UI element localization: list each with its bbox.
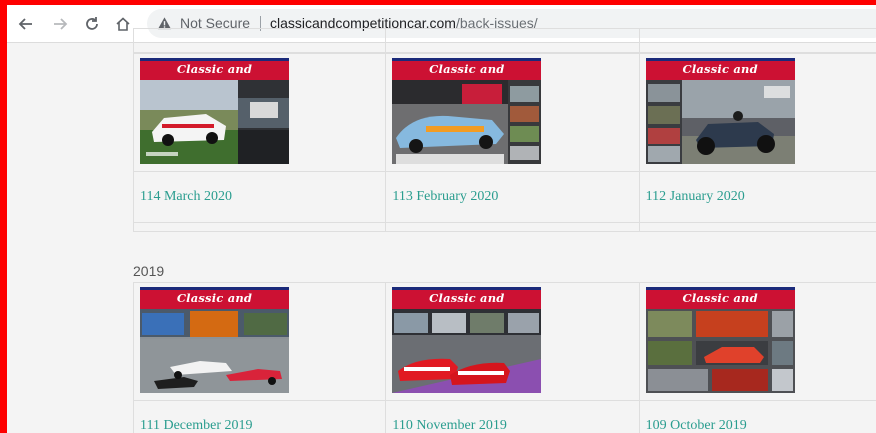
cover-masthead: Classic and Competition Car — [140, 58, 289, 98]
issue-card: Classic and Competition Car — [386, 283, 640, 433]
issues-grid-2020: Classic and Competition Car — [133, 53, 876, 232]
grid-cell — [386, 29, 640, 53]
issues-grid-2019: Classic and Competition Car — [133, 282, 876, 433]
forward-arrow-icon[interactable] — [49, 13, 71, 35]
browser-window: Not Secure classicandcompetitioncar.com/… — [7, 5, 876, 433]
cover-strip — [392, 58, 542, 61]
reload-icon[interactable] — [81, 13, 103, 35]
grid-cell — [133, 29, 387, 53]
issue-link[interactable]: 109 October 2019 — [646, 418, 747, 433]
cover-masthead: Classic and Competition Car — [140, 287, 289, 327]
issue-caption: 111 December 2019 — [134, 401, 385, 433]
cover-photo — [645, 80, 795, 164]
cover-photo — [392, 309, 542, 393]
home-icon[interactable] — [112, 13, 134, 35]
issue-cover-image[interactable]: Classic and Competition Car — [392, 58, 542, 164]
grid-cell — [386, 223, 640, 232]
grid-cell — [639, 223, 876, 232]
issue-link[interactable]: 114 March 2020 — [140, 189, 232, 205]
issue-cover-image[interactable]: Classic and Competition Car — [392, 287, 542, 393]
cover-strip — [140, 58, 289, 61]
issues-grid-top-spacer — [133, 28, 876, 53]
cover-masthead: Classic and Competition Car — [645, 58, 795, 98]
year-heading: 2019 — [133, 263, 165, 279]
issue-caption: 114 March 2020 — [134, 172, 385, 222]
issue-card: Classic and Competition Car — [639, 54, 876, 223]
grid-cell — [133, 223, 387, 232]
cover-photo — [140, 80, 289, 164]
cover-masthead: Classic and Competition Car — [645, 287, 795, 327]
issue-cover-image[interactable]: Classic and Competition Car — [645, 58, 795, 164]
cover-strip — [645, 287, 795, 290]
issue-thumb-area: Classic and Competition Car — [639, 283, 876, 401]
issue-thumb-area: Classic and Competition Car — [134, 283, 386, 401]
issue-thumb-area: Classic and Competition Car — [386, 283, 639, 401]
cover-strip — [645, 58, 795, 61]
issue-thumb-area: Classic and Competition Car — [134, 54, 386, 172]
issue-caption: 113 February 2020 — [386, 172, 638, 222]
page-content: Classic and Competition Car — [7, 28, 876, 433]
issue-thumb-area: Classic and Competition Car — [386, 54, 639, 172]
issue-caption: 112 January 2020 — [640, 172, 876, 222]
cover-masthead: Classic and Competition Car — [392, 287, 542, 327]
issue-link[interactable]: 113 February 2020 — [392, 189, 498, 205]
issue-caption: 109 October 2019 — [640, 401, 876, 433]
issue-link[interactable]: 110 November 2019 — [392, 418, 507, 433]
grid-cell — [639, 29, 876, 53]
cover-strip — [392, 287, 542, 290]
cover-photo — [645, 309, 795, 393]
issue-caption: 110 November 2019 — [386, 401, 638, 433]
issue-cover-image[interactable]: Classic and Competition Car — [140, 287, 289, 393]
cover-photo — [140, 309, 289, 393]
issue-cover-image[interactable]: Classic and Competition Car — [645, 287, 795, 393]
issue-cover-image[interactable]: Classic and Competition Car — [140, 58, 289, 164]
issue-thumb-area: Classic and Competition Car — [639, 54, 876, 172]
back-arrow-icon[interactable] — [15, 13, 37, 35]
issue-link[interactable]: 112 January 2020 — [646, 189, 745, 205]
issue-card: Classic and Competition Car — [386, 54, 640, 223]
cover-photo — [392, 80, 542, 164]
issue-card: Classic and Competition Car — [639, 283, 876, 433]
issue-card: Classic and Competition Car — [133, 283, 387, 433]
issue-link[interactable]: 111 December 2019 — [140, 418, 252, 433]
cover-masthead: Classic and Competition Car — [392, 58, 542, 98]
issue-card: Classic and Competition Car — [133, 54, 387, 223]
cover-strip — [140, 287, 289, 290]
